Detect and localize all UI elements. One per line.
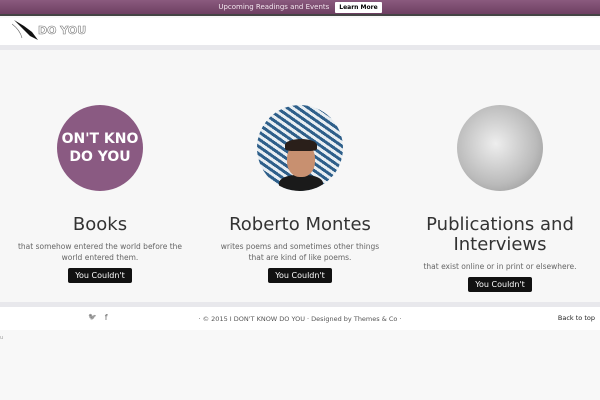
- publications-button[interactable]: You Couldn't: [468, 277, 532, 292]
- feature-title: Publications and Interviews: [426, 214, 574, 255]
- feature-title: Roberto Montes: [229, 214, 371, 235]
- feature-books: ON'T KNO DO YOU Books that somehow enter…: [0, 105, 200, 283]
- feature-description: that somehow entered the world before th…: [17, 242, 183, 262]
- copyright: · © 2015 I DON'T KNOW DO YOU · Designed …: [198, 315, 402, 323]
- feature-description: that exist online or in print or elsewhe…: [423, 262, 577, 271]
- books-image[interactable]: ON'T KNO DO YOU: [57, 105, 143, 191]
- learn-more-button[interactable]: Learn More: [335, 1, 382, 13]
- site-header: DO YOU: [0, 18, 600, 45]
- site-footer: 🐦 f · © 2015 I DON'T KNOW DO YOU · Desig…: [0, 307, 600, 330]
- logo-ink-icon: [12, 20, 38, 40]
- stray-text: u: [0, 335, 4, 341]
- logo-text: DO YOU: [38, 23, 87, 37]
- features-section: ON'T KNO DO YOU Books that somehow enter…: [0, 50, 600, 302]
- feature-title: Books: [72, 214, 128, 235]
- books-button[interactable]: You Couldn't: [68, 268, 132, 283]
- announcement-text: Upcoming Readings and Events: [218, 3, 330, 11]
- feature-author: Roberto Montes writes poems and sometime…: [200, 105, 400, 283]
- image-text: ON'T KNO: [61, 131, 139, 147]
- image-text: DO YOU: [69, 149, 131, 165]
- feature-description: writes poems and sometimes other things …: [220, 242, 380, 262]
- announcement-bar: Upcoming Readings and Events Learn More: [0, 0, 600, 16]
- publications-image[interactable]: [457, 105, 543, 191]
- feature-publications: Publications and Interviews that exist o…: [400, 105, 600, 292]
- author-button[interactable]: You Couldn't: [268, 268, 332, 283]
- back-to-top-link[interactable]: Back to top: [558, 314, 595, 322]
- author-photo[interactable]: [257, 105, 343, 191]
- site-logo[interactable]: DO YOU: [12, 18, 86, 42]
